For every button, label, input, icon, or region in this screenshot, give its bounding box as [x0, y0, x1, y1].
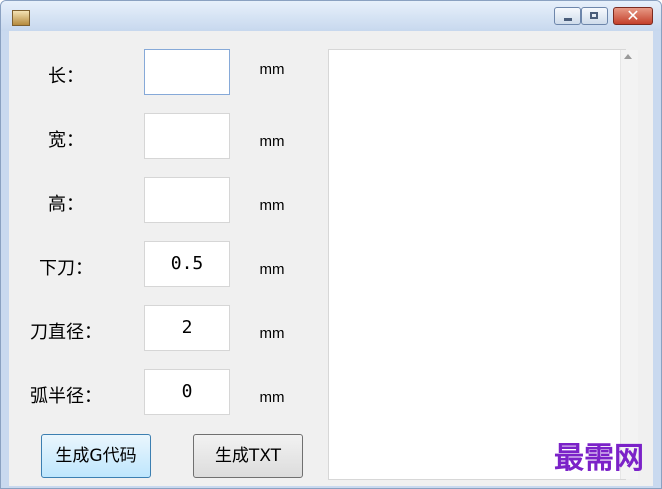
arc-radius-unit: mm	[259, 389, 285, 406]
generate-txt-button[interactable]: 生成TXT	[193, 434, 303, 478]
watermark-logo: 最需网	[554, 441, 644, 476]
length-label: 长：	[48, 66, 84, 87]
maximize-button[interactable]	[581, 7, 608, 25]
height-unit: mm	[259, 197, 285, 214]
title-bar[interactable]: ✕	[1, 1, 661, 31]
length-unit: mm	[259, 61, 285, 78]
app-window: ✕ 长： mm 宽： mm 高： mm 下刀： 0.5 mm 刀直径： 2 mm…	[0, 0, 662, 489]
form-client-area: 长： mm 宽： mm 高： mm 下刀： 0.5 mm 刀直径： 2 mm 弧…	[9, 31, 653, 486]
tool-diameter-label: 刀直径：	[30, 322, 102, 343]
height-input[interactable]	[144, 177, 230, 223]
arc-radius-label: 弧半径：	[30, 386, 102, 407]
generate-gcode-button[interactable]: 生成G代码	[41, 434, 151, 478]
close-icon: ✕	[626, 6, 640, 25]
minimize-icon	[564, 18, 572, 21]
width-input[interactable]	[144, 113, 230, 159]
close-button[interactable]: ✕	[613, 6, 653, 25]
app-icon	[12, 10, 30, 26]
length-input[interactable]	[144, 49, 230, 95]
height-label: 高：	[48, 194, 84, 215]
plunge-depth-label: 下刀：	[39, 258, 93, 279]
width-unit: mm	[259, 133, 285, 150]
width-label: 宽：	[48, 130, 84, 151]
tool-diameter-input[interactable]: 2	[144, 305, 230, 351]
minimize-button[interactable]	[554, 7, 581, 25]
arc-radius-input[interactable]: 0	[144, 369, 230, 415]
scroll-up-arrow-icon[interactable]	[624, 54, 632, 59]
plunge-depth-unit: mm	[259, 261, 285, 278]
plunge-depth-input[interactable]: 0.5	[144, 241, 230, 287]
maximize-icon	[590, 12, 598, 19]
output-textarea[interactable]	[328, 49, 626, 480]
tool-diameter-unit: mm	[259, 325, 285, 342]
output-scrollbar[interactable]	[620, 50, 638, 479]
